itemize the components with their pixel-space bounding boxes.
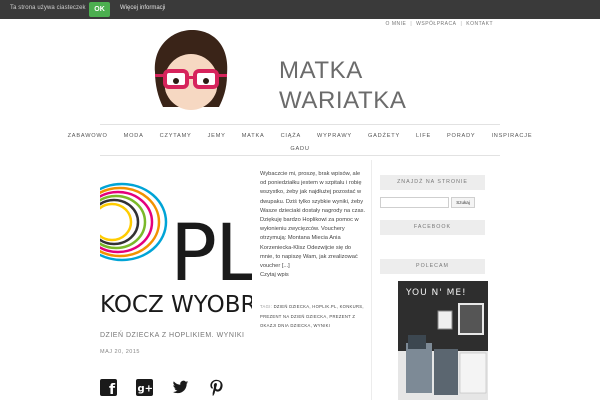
nav-item-life[interactable]: Life <box>408 133 439 139</box>
svg-text:f: f <box>109 382 116 396</box>
main-nav-row: Zabawowo Moda Czytamy Jemy Matka Ciąża W… <box>68 130 532 142</box>
nav-item-jemy[interactable]: Jemy <box>200 133 234 139</box>
site-title-line-1: MATKA <box>279 57 363 84</box>
separator: | <box>410 21 413 27</box>
post-excerpt: Wybaczcie mi, proszę, brak wpisów, ale o… <box>260 170 366 280</box>
cookie-message: Ta strona używa ciasteczek <box>10 5 86 11</box>
nav-item-zabawowo[interactable]: Zabawowo <box>60 133 116 139</box>
top-link-about[interactable]: O mnie <box>386 21 407 27</box>
main-nav-row-2: Gadu <box>100 143 500 155</box>
twitter-icon[interactable] <box>172 379 189 396</box>
logo-face-icon <box>154 30 228 110</box>
tags-list[interactable]: DZIEŃ DZIECKA, HOPLIK.PL, KONKURS, PREZE… <box>260 304 364 328</box>
nav-item-porady[interactable]: Porady <box>439 133 483 139</box>
polecam-image[interactable]: YOU N' ME! <box>398 281 488 400</box>
search-input[interactable] <box>380 197 449 208</box>
nav-item-ciaza[interactable]: Ciąża <box>273 133 309 139</box>
nav-item-matka[interactable]: Matka <box>234 133 273 139</box>
site-logo[interactable] <box>145 27 235 117</box>
post-featured-image[interactable]: PL KOCZ WYOBR <box>100 170 252 318</box>
post-date: Maj 20, 2015 <box>100 349 140 355</box>
post-tags: TAGI: DZIEŃ DZIECKA, HOPLIK.PL, KONKURS,… <box>260 302 366 331</box>
top-links: O mnie | Współpraca | Kontakt <box>386 21 493 27</box>
nav-item-gadu[interactable]: Gadu <box>290 146 309 152</box>
image-caption: KOCZ WYOBR <box>100 292 252 318</box>
cookie-bar: Ta strona używa ciasteczek OK Więcej inf… <box>0 0 600 19</box>
post-title[interactable]: Dzień Dziecka z Hoplikiem. Wyniki <box>100 332 244 339</box>
cookie-more-info-link[interactable]: Więcej informacji <box>120 5 165 11</box>
top-link-cooperation[interactable]: Współpraca <box>416 21 456 27</box>
facebook-icon[interactable]: f <box>100 379 117 396</box>
post-excerpt-text: Wybaczcie mi, proszę, brak wpisów, ale o… <box>260 171 366 270</box>
main-nav: Zabawowo Moda Czytamy Jemy Matka Ciąża W… <box>68 130 532 155</box>
polecam-widget-title: Polecam <box>380 259 485 274</box>
facebook-widget-title: Facebook <box>380 220 485 235</box>
svg-text:g+: g+ <box>138 384 154 395</box>
search-widget-title: Znajdź na stronie <box>380 175 485 190</box>
photo-text: YOU N' ME! <box>405 288 467 298</box>
social-share: f g+ <box>100 379 225 396</box>
nav-divider <box>100 124 500 125</box>
hoplik-logo-image: PL KOCZ WYOBR <box>100 170 252 318</box>
nav-item-inspiracje[interactable]: Inspiracje <box>483 133 540 139</box>
nav-divider <box>100 155 500 156</box>
google-plus-icon[interactable]: g+ <box>136 379 153 396</box>
site-title-line-2: WARIATKA <box>279 87 407 114</box>
nav-item-wyprawy[interactable]: Wyprawy <box>309 133 360 139</box>
nav-item-czytamy[interactable]: Czytamy <box>152 133 200 139</box>
search-button[interactable]: Szukaj <box>451 197 475 208</box>
svg-text:PL: PL <box>170 209 252 299</box>
recommended-photo: YOU N' ME! <box>398 281 488 400</box>
tags-label: TAGI: <box>260 304 273 309</box>
nav-item-gadzety[interactable]: Gadżety <box>360 133 408 139</box>
site-title[interactable]: MATKA WARIATKA <box>279 56 406 116</box>
separator: | <box>460 21 463 27</box>
cookie-ok-button[interactable]: OK <box>89 2 110 17</box>
read-more-link[interactable]: Czytaj wpis <box>260 271 366 280</box>
content-sidebar-divider <box>371 160 372 400</box>
nav-item-moda[interactable]: Moda <box>116 133 152 139</box>
top-link-contact[interactable]: Kontakt <box>466 21 493 27</box>
pinterest-icon[interactable] <box>208 379 225 396</box>
